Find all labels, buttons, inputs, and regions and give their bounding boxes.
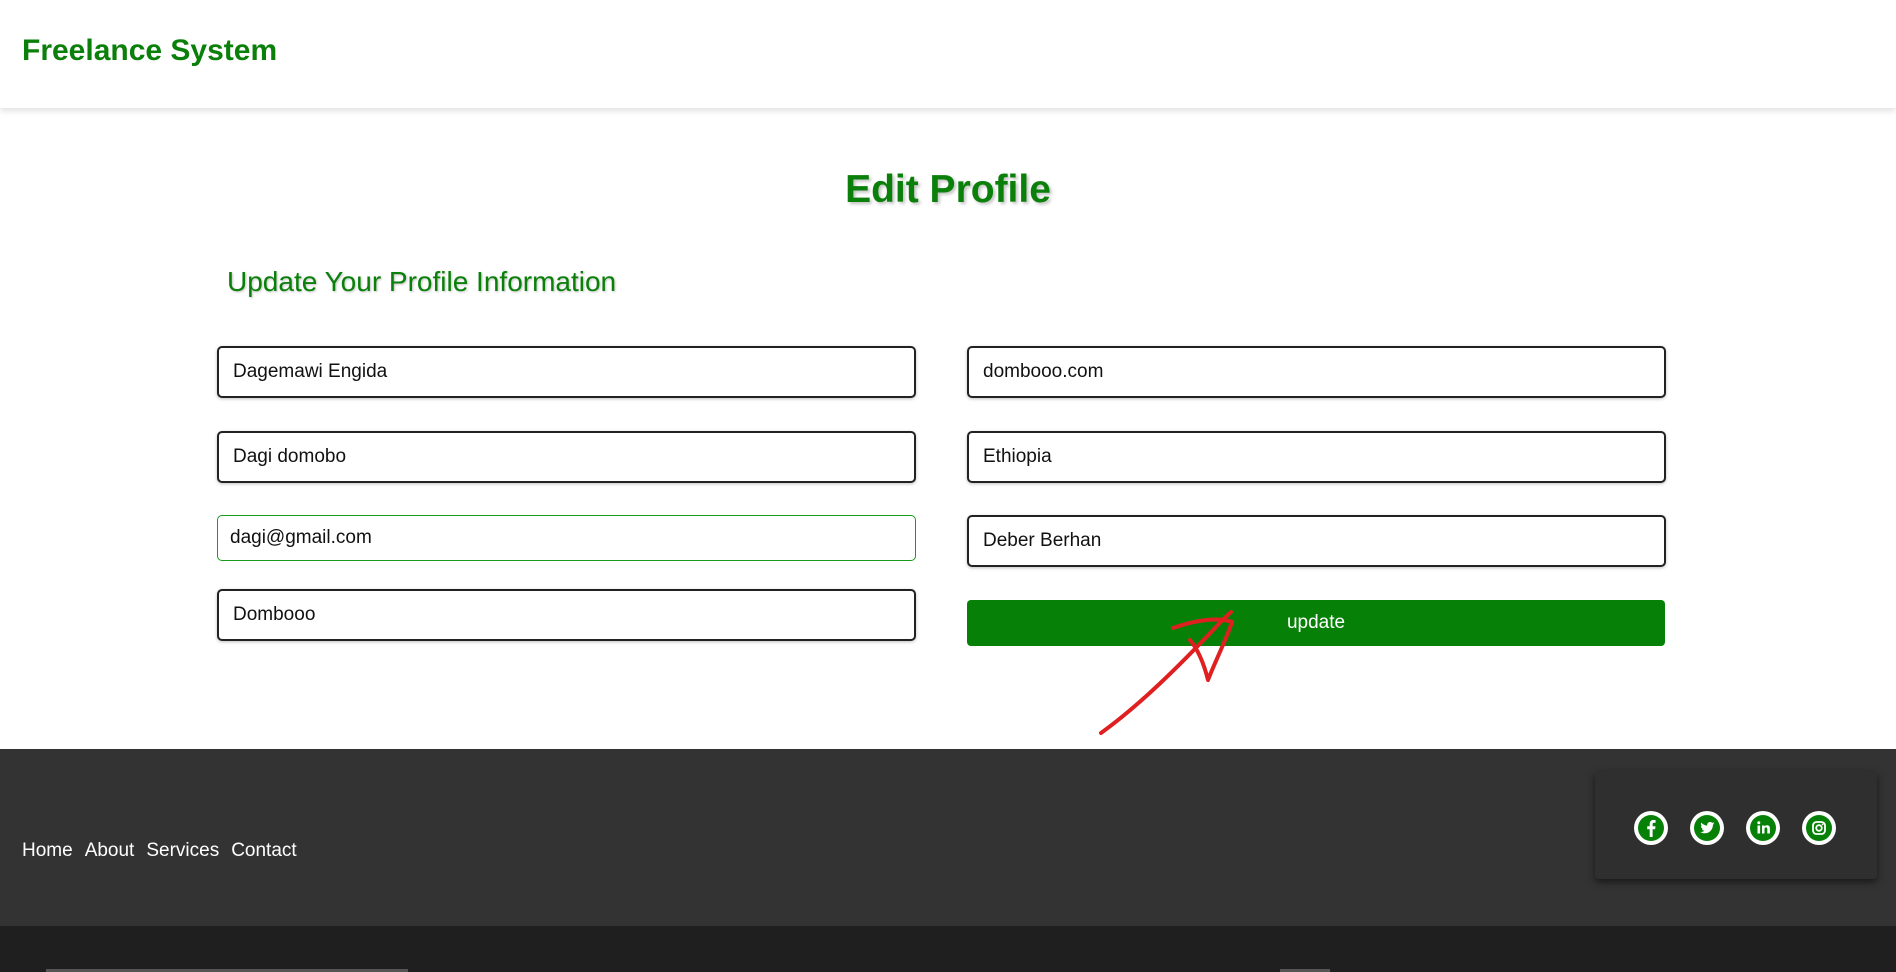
company-input[interactable] (217, 589, 916, 641)
country-input[interactable] (967, 431, 1666, 483)
page-title: Edit Profile (845, 168, 1051, 211)
update-button[interactable]: update (967, 600, 1665, 646)
username-input[interactable] (217, 431, 916, 483)
form-subtitle: Update Your Profile Information (227, 266, 617, 297)
footer-link-home[interactable]: Home (22, 840, 73, 862)
twitter-icon[interactable] (1690, 811, 1724, 845)
instagram-icon[interactable] (1802, 811, 1836, 845)
footer-link-contact[interactable]: Contact (231, 840, 296, 862)
linkedin-icon[interactable] (1746, 811, 1780, 845)
website-input[interactable] (967, 346, 1666, 398)
site-footer: Home About Services Contact (0, 749, 1896, 926)
footer-link-services[interactable]: Services (146, 840, 219, 862)
brand-logo[interactable]: Freelance System (22, 34, 277, 68)
city-input[interactable] (967, 515, 1666, 567)
site-header: Freelance System (0, 0, 1896, 108)
full-name-input[interactable] (217, 346, 916, 398)
browser-bottom-bar (0, 926, 1896, 972)
footer-link-about[interactable]: About (85, 840, 135, 862)
email-input[interactable] (217, 515, 916, 561)
social-links (1595, 771, 1877, 879)
facebook-icon[interactable] (1634, 811, 1668, 845)
footer-nav: Home About Services Contact (22, 840, 297, 862)
